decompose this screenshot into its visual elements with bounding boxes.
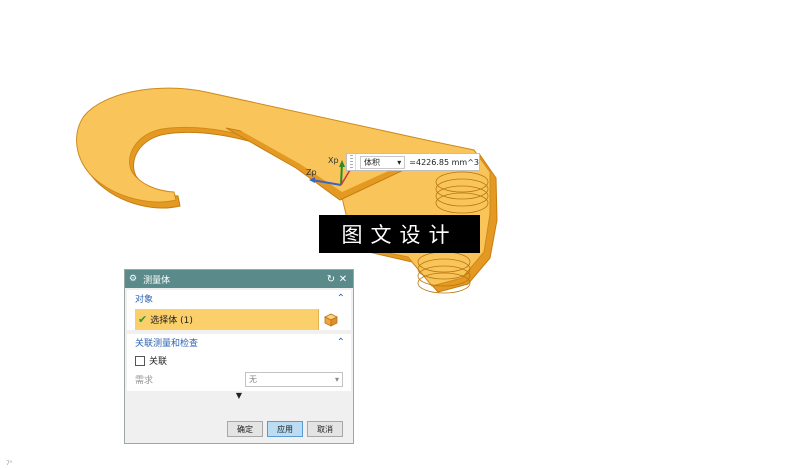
expand-more-icon[interactable]: ▼: [125, 391, 353, 401]
checkmark-icon: ✔: [138, 313, 148, 326]
measure-body-dialog: ⚙ 测量体 ↻ ✕ 对象 ⌃ ✔ 选择体 (1) 关联测量和检查 ⌃ 关联 需求…: [124, 269, 354, 444]
objects-section: 对象 ⌃ ✔ 选择体 (1): [127, 290, 351, 330]
xp-axis-label: Xp: [328, 156, 339, 165]
measure-value: =4226.85 mm^3: [409, 157, 479, 167]
associate-section-title: 关联测量和检查: [135, 339, 199, 349]
associate-checkbox-row[interactable]: 关联: [127, 351, 351, 370]
associate-checkbox[interactable]: [135, 355, 145, 366]
requirement-label: 需求: [135, 376, 154, 386]
cancel-button[interactable]: 取消: [307, 421, 343, 437]
dialog-titlebar[interactable]: ⚙ 测量体 ↻ ✕: [125, 270, 353, 288]
associate-section-header[interactable]: 关联测量和检查 ⌃: [127, 334, 351, 351]
requirement-dropdown[interactable]: 无 ▾: [245, 372, 343, 387]
watermark-banner: 图文设计: [319, 215, 480, 253]
associate-label: 关联: [149, 357, 168, 367]
measure-type-dropdown[interactable]: 体积 ▾: [359, 155, 406, 169]
associate-section: 关联测量和检查 ⌃ 关联 需求 无 ▾: [127, 334, 351, 391]
ok-button[interactable]: 确定: [227, 421, 263, 437]
objects-section-title: 对象: [135, 295, 154, 305]
chevron-down-icon: ▾: [334, 375, 339, 384]
dialog-buttons: 确定 应用 取消: [227, 421, 343, 437]
objects-section-header[interactable]: 对象 ⌃: [127, 290, 351, 307]
hook-part-top: [76, 87, 491, 287]
chevron-down-icon: ▾: [397, 157, 402, 167]
drag-grip-icon[interactable]: [347, 154, 356, 170]
measure-type-label: 体积: [363, 157, 380, 167]
collapse-icon[interactable]: ⌃: [337, 337, 345, 348]
select-body-row[interactable]: ✔ 选择体 (1): [135, 309, 343, 330]
close-icon[interactable]: ✕: [337, 274, 349, 285]
requirement-row: 需求 无 ▾: [127, 370, 351, 391]
gear-icon[interactable]: ⚙: [129, 274, 137, 284]
solid-body-icon[interactable]: [318, 309, 343, 330]
requirement-value: 无: [249, 375, 257, 384]
zp-axis-label: Zp: [306, 168, 317, 177]
collapse-icon[interactable]: ⌃: [337, 293, 345, 304]
dialog-title: 测量体: [143, 275, 171, 286]
corner-mark: 7⁰: [6, 460, 13, 467]
reset-icon[interactable]: ↻: [325, 274, 337, 285]
select-body-label: 选择体 (1): [150, 316, 193, 326]
apply-button[interactable]: 应用: [267, 421, 303, 437]
measure-readout: 体积 ▾ =4226.85 mm^3: [346, 153, 480, 171]
